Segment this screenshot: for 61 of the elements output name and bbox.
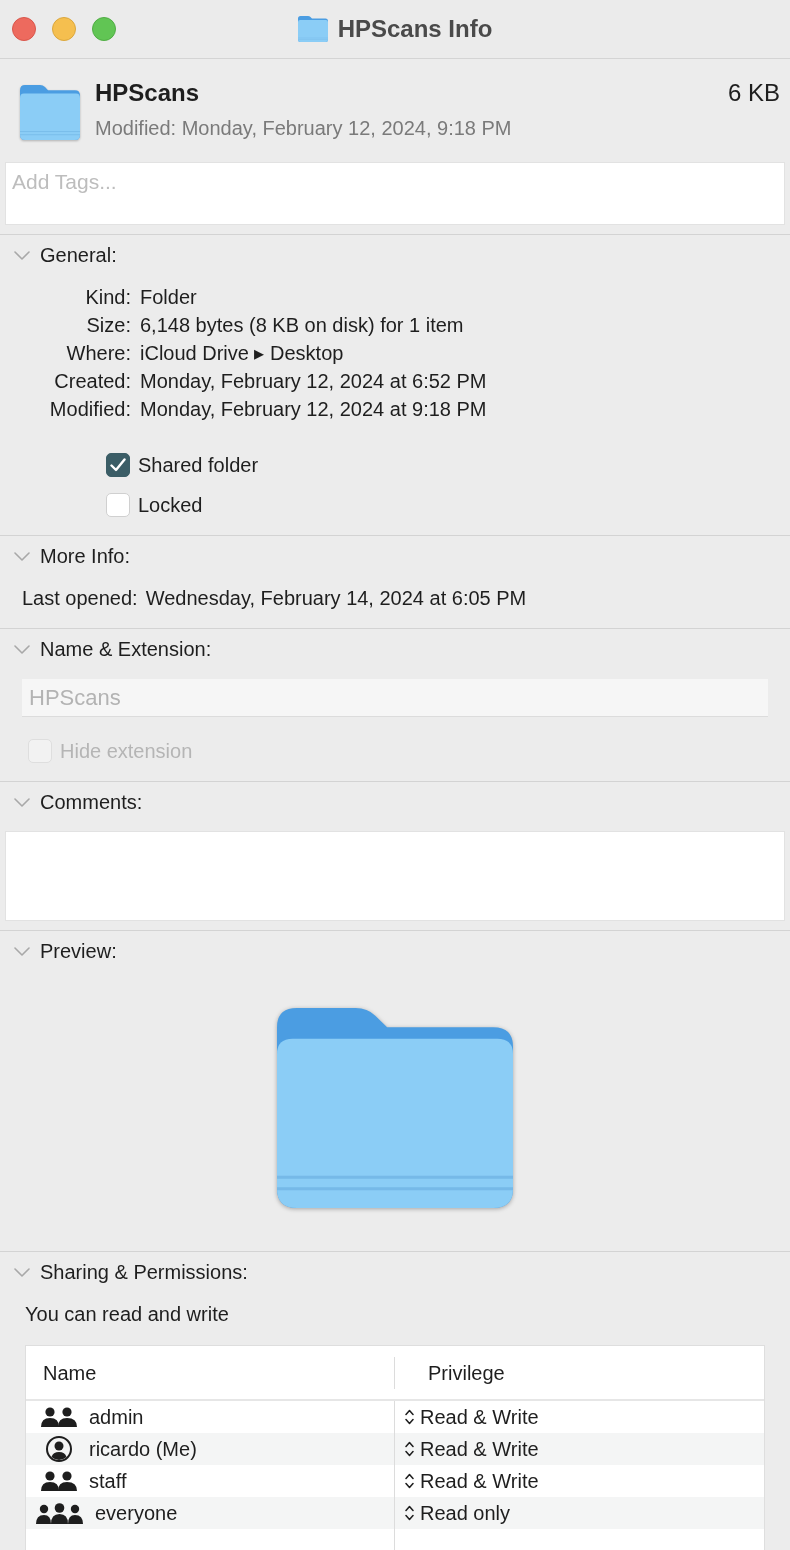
up-down-chevron-icon — [405, 1441, 414, 1457]
chevron-down-icon[interactable] — [14, 797, 30, 807]
chevron-down-icon[interactable] — [14, 551, 30, 561]
field-label: Modified: — [48, 397, 131, 422]
field-label: Last opened: — [22, 586, 138, 611]
privilege-popup[interactable]: Read & Write — [405, 1466, 539, 1496]
checkbox-label: Locked — [138, 493, 203, 518]
checkmark-icon — [110, 458, 126, 472]
field-label: Created: — [53, 369, 131, 394]
folder-icon — [297, 16, 328, 42]
user-name: ricardo (Me) — [89, 1437, 197, 1462]
user-name: everyone — [95, 1501, 178, 1526]
chevron-down-icon[interactable] — [14, 250, 30, 260]
three-people-icon — [36, 1502, 83, 1524]
folder-icon — [277, 1008, 513, 1208]
zoom-button[interactable] — [92, 17, 116, 41]
column-header[interactable]: Name — [26, 1357, 394, 1388]
privilege-popup[interactable]: Read & Write — [405, 1402, 539, 1432]
table-row[interactable]: ricardo (Me) Read & Write — [26, 1433, 764, 1465]
field-label: Kind: — [84, 285, 131, 310]
two-people-icon — [41, 1407, 77, 1427]
privilege-popup[interactable]: Read only — [405, 1498, 511, 1528]
field-label: Size: — [85, 313, 131, 338]
up-down-chevron-icon — [405, 1409, 414, 1425]
window-title: HPScans Info — [337, 14, 493, 44]
section-title[interactable]: More Info: — [40, 541, 131, 571]
field-value: Wednesday, February 14, 2024 at 6:05 PM — [145, 586, 527, 611]
section-title[interactable]: Comments: — [40, 787, 143, 817]
close-button[interactable] — [12, 17, 36, 41]
folder-icon — [20, 85, 80, 140]
checkbox-label: Shared folder — [138, 453, 259, 478]
person-circle-icon — [46, 1436, 72, 1462]
up-down-chevron-icon — [405, 1473, 414, 1489]
field-value: Monday, February 12, 2024 at 6:52 PM — [140, 369, 487, 394]
user-name: staff — [89, 1469, 127, 1494]
section-title[interactable]: General: — [40, 240, 117, 270]
user-name: admin — [89, 1405, 144, 1430]
permission-summary: You can read and write — [25, 1302, 230, 1327]
field-value: iCloud Drive ▸ Desktop — [140, 341, 344, 366]
file-name: HPScans — [95, 78, 200, 108]
field-label: Where: — [65, 341, 131, 366]
chevron-down-icon[interactable] — [14, 644, 30, 654]
chevron-down-icon[interactable] — [14, 1267, 30, 1277]
table-row[interactable]: everyone Read only — [26, 1497, 764, 1529]
field-value: 6,148 bytes (8 KB on disk) for 1 item — [140, 313, 464, 338]
field-value: Folder — [140, 285, 197, 310]
chevron-down-icon[interactable] — [14, 946, 30, 956]
checkbox[interactable] — [106, 453, 130, 477]
section-title[interactable]: Name & Extension: — [40, 634, 212, 664]
file-size: 6 KB — [727, 78, 780, 108]
section-title[interactable]: Sharing & Permissions: — [40, 1257, 248, 1287]
privilege-popup[interactable]: Read & Write — [405, 1434, 539, 1464]
modified-date: Modified: Monday, February 12, 2024, 9:18 PM — [95, 116, 513, 141]
up-down-chevron-icon — [405, 1505, 414, 1521]
column-header[interactable]: Privilege — [395, 1357, 505, 1388]
two-people-icon — [41, 1471, 77, 1491]
comments-field[interactable] — [5, 831, 785, 921]
section-title[interactable]: Preview: — [40, 936, 117, 966]
minimize-button[interactable] — [52, 17, 76, 41]
tags-field[interactable]: Add Tags... — [5, 162, 785, 225]
field-value: Monday, February 12, 2024 at 9:18 PM — [140, 397, 487, 422]
